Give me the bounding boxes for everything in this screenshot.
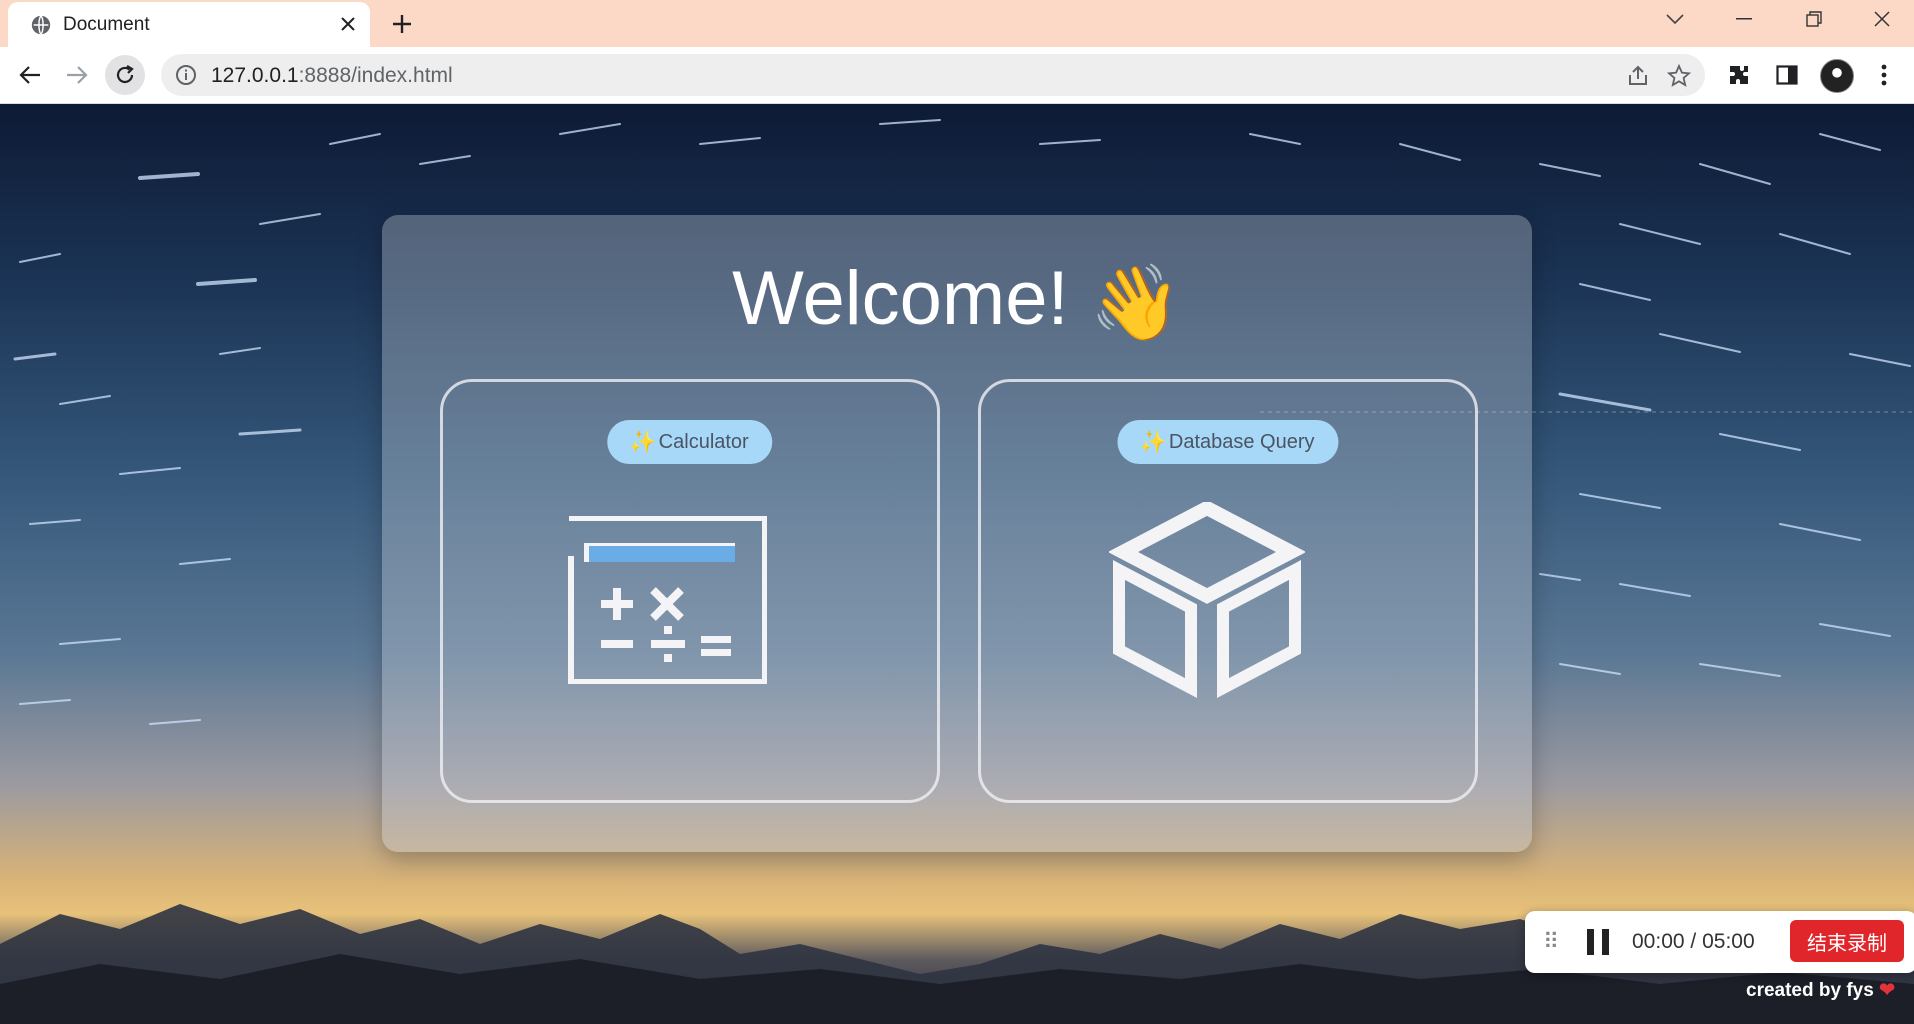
stop-recording-button[interactable]: 结束录制 [1790, 920, 1904, 962]
calculator-button[interactable]: ✨ Calculator [607, 420, 773, 464]
globe-icon [31, 15, 51, 35]
reload-icon[interactable] [105, 55, 145, 95]
recording-timer: 00:00 / 05:00 [1632, 930, 1755, 954]
tab-title: Document [63, 14, 150, 35]
calculator-icon [568, 516, 767, 684]
calculator-card[interactable]: ✨ Calculator [440, 379, 940, 803]
more-icon[interactable] [1865, 56, 1903, 94]
url-host: 127.0.0.1 [211, 64, 299, 87]
database-query-label: Database Query [1168, 430, 1315, 453]
window-close-icon[interactable] [1852, 0, 1912, 38]
share-icon[interactable] [1627, 65, 1649, 87]
welcome-heading: Welcome! [732, 256, 1069, 341]
page-title: Welcome! 👋 [382, 255, 1532, 347]
extensions-icon[interactable] [1720, 56, 1758, 94]
database-query-card[interactable]: ✨ Database Query [978, 379, 1478, 803]
drag-handle-icon[interactable]: ⠿ [1543, 929, 1559, 955]
screen-recorder-bar: ⠿ 00:00 / 05:00 结束录制 [1525, 911, 1914, 973]
time-elapsed: 00:00 [1632, 930, 1685, 953]
waving-hand-icon: 👋 [1089, 261, 1182, 345]
url-path: :8888/index.html [298, 64, 453, 87]
tab-search-icon[interactable] [1645, 0, 1705, 38]
sparkle-icon: ✨ [1139, 429, 1167, 454]
star-icon[interactable] [1667, 64, 1691, 88]
credit-label: created by fys [1746, 980, 1874, 1001]
url-text: 127.0.0.1:8888/index.html [211, 64, 453, 88]
address-bar[interactable]: 127.0.0.1:8888/index.html [161, 54, 1705, 96]
forward-icon[interactable] [57, 55, 97, 95]
credit-text: created by fys ❤ [1746, 979, 1895, 1002]
side-panel-icon[interactable] [1768, 56, 1806, 94]
avatar[interactable] [1820, 59, 1854, 93]
welcome-panel: Welcome! 👋 ✨ Calculator ✨ Database Query [382, 215, 1532, 852]
close-icon[interactable] [334, 10, 362, 38]
database-query-button[interactable]: ✨ Database Query [1117, 420, 1339, 464]
new-tab-button[interactable] [384, 6, 420, 42]
time-total: 05:00 [1702, 930, 1755, 953]
info-icon[interactable] [175, 64, 197, 86]
heart-icon: ❤ [1879, 980, 1895, 1001]
back-icon[interactable] [10, 55, 50, 95]
sparkle-icon: ✨ [629, 429, 657, 454]
browser-tab[interactable]: Document [8, 2, 370, 47]
cube-icon [1109, 502, 1305, 698]
page-viewport: Welcome! 👋 ✨ Calculator ✨ Database Query [0, 104, 1914, 1024]
time-separator: / [1690, 930, 1697, 953]
pause-icon[interactable] [1585, 927, 1611, 957]
restore-icon[interactable] [1784, 0, 1844, 38]
browser-toolbar: 127.0.0.1:8888/index.html [0, 47, 1914, 104]
minimize-icon[interactable] [1714, 0, 1774, 38]
calculator-label: Calculator [658, 430, 749, 453]
tab-strip: Document [0, 0, 1914, 47]
